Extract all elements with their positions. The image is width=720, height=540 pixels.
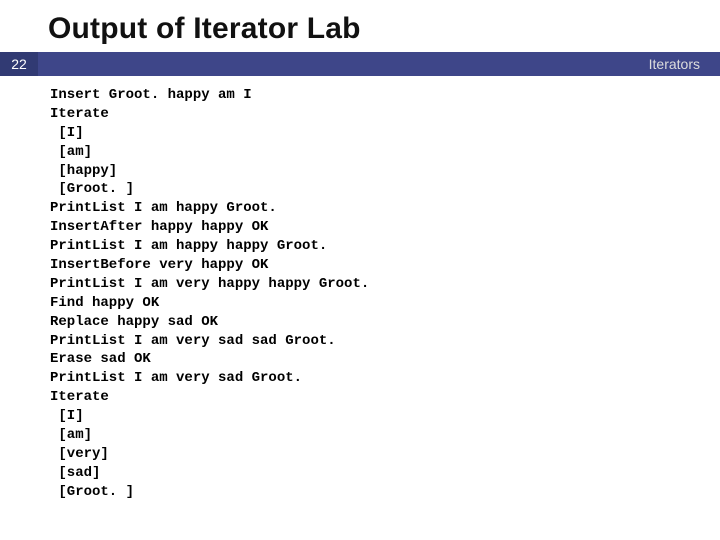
header-bar-fill: Iterators: [38, 52, 720, 76]
header-bar: 22 Iterators: [0, 52, 720, 76]
page-number: 22: [0, 52, 38, 76]
slide-title: Output of Iterator Lab: [0, 0, 720, 52]
code-output: Insert Groot. happy am I Iterate [I] [am…: [0, 76, 720, 502]
slide: { "header": { "title": "Output of Iterat…: [0, 0, 720, 540]
section-label: Iterators: [649, 52, 700, 76]
